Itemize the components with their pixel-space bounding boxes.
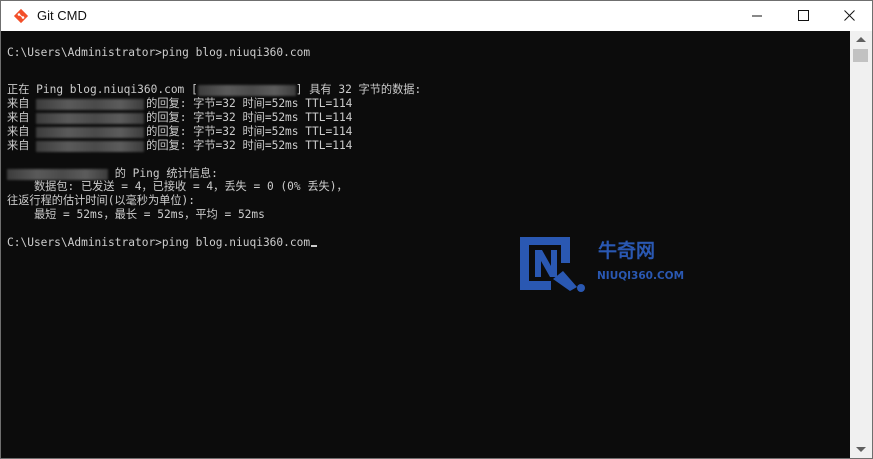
close-icon (844, 10, 855, 21)
reply-text: 的回复: 字节=32 时间=52ms TTL=114 (146, 111, 353, 124)
watermark-logo-icon (520, 237, 585, 292)
git-app-icon (13, 8, 29, 24)
ping-header-suffix: ] 具有 32 字节的数据: (295, 83, 422, 96)
redacted-ip (36, 113, 145, 124)
reply-text: 的回复: 字节=32 时间=52ms TTL=114 (146, 97, 353, 110)
redacted-ip (36, 99, 145, 110)
window-title: Git CMD (37, 8, 87, 23)
stats-title-text: 的 Ping 统计信息: (108, 167, 218, 180)
chevron-up-icon (856, 37, 866, 42)
console-line-rtt-values: 最短 = 52ms，最长 = 52ms，平均 = 52ms (7, 208, 265, 221)
redacted-ip (7, 169, 108, 180)
reply-prefix: 来自 (7, 125, 37, 138)
minimize-button[interactable] (734, 1, 780, 31)
scroll-down-button[interactable] (850, 442, 872, 458)
console-line-reply: 来自 的回复: 字节=32 时间=52ms TTL=114 (7, 96, 352, 111)
console-line-stats-title: 的 Ping 统计信息: (7, 166, 218, 181)
ping-header-prefix: 正在 Ping blog.niuqi360.com [ (7, 83, 198, 96)
close-button[interactable] (826, 1, 872, 31)
text-cursor (311, 245, 318, 247)
console-line-reply: 来自 的回复: 字节=32 时间=52ms TTL=114 (7, 124, 352, 139)
reply-prefix: 来自 (7, 97, 37, 110)
prompt-text: C:\Users\Administrator>ping blog.niuqi36… (7, 236, 311, 249)
maximize-icon (798, 10, 809, 21)
vertical-scrollbar[interactable] (850, 31, 872, 458)
reply-prefix: 来自 (7, 139, 37, 152)
maximize-button[interactable] (780, 1, 826, 31)
redacted-ip (36, 127, 145, 138)
reply-prefix: 来自 (7, 111, 37, 124)
redacted-ip (36, 141, 145, 152)
console-line-command: C:\Users\Administrator>ping blog.niuqi36… (7, 46, 311, 59)
watermark-cn-text: 牛奇网 (598, 240, 656, 262)
reply-text: 的回复: 字节=32 时间=52ms TTL=114 (146, 125, 353, 138)
scrollbar-thumb[interactable] (853, 49, 868, 62)
console-line-rtt-title: 往返行程的估计时间(以毫秒为单位): (7, 194, 196, 207)
watermark: 牛奇网 NIUQI360.COM (517, 233, 697, 293)
title-bar[interactable]: Git CMD (1, 1, 872, 31)
console-line-reply: 来自 的回复: 字节=32 时间=52ms TTL=114 (7, 110, 352, 125)
console-output[interactable]: C:\Users\Administrator>ping blog.niuqi36… (1, 31, 850, 458)
reply-text: 的回复: 字节=32 时间=52ms TTL=114 (146, 139, 353, 152)
redacted-ip (197, 85, 296, 96)
console-line-stats-packets: 数据包: 已发送 = 4，已接收 = 4，丢失 = 0 (0% 丢失)， (7, 180, 348, 193)
scroll-up-button[interactable] (850, 31, 872, 47)
watermark-en-text: NIUQI360.COM (597, 270, 685, 282)
console-line-ping-header: 正在 Ping blog.niuqi360.com [ ] 具有 32 字节的数据… (7, 82, 421, 97)
minimize-icon (752, 15, 762, 17)
console-line-prompt: C:\Users\Administrator>ping blog.niuqi36… (7, 236, 318, 250)
window-controls (734, 1, 872, 31)
git-cmd-window: Git CMD C:\Users\Administrator>ping blog… (0, 0, 873, 459)
chevron-down-icon (856, 447, 866, 452)
console-line-reply: 来自 的回复: 字节=32 时间=52ms TTL=114 (7, 138, 352, 153)
